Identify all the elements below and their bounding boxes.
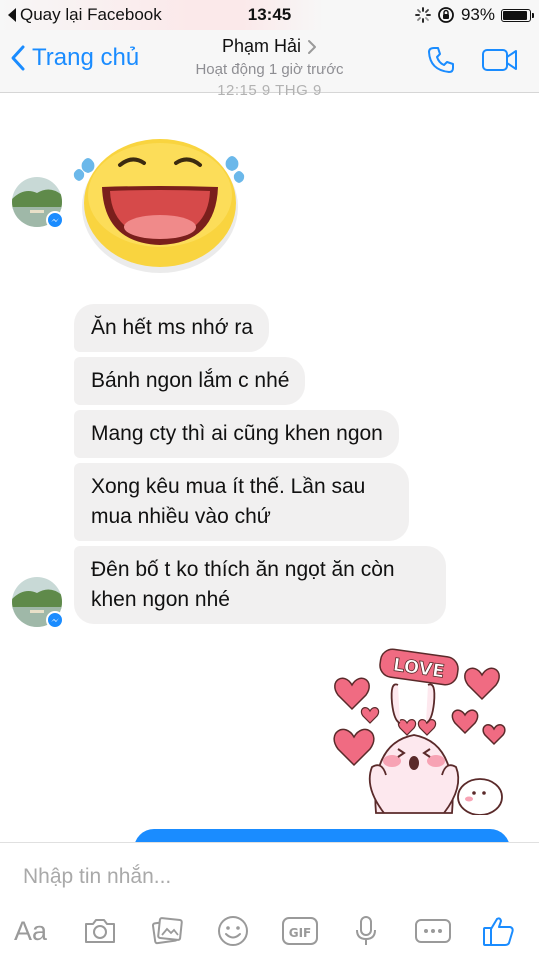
message-bubble-4[interactable]: Xong kêu mua ít thế. Lần sau mua nhiều v… [74, 463, 409, 541]
text-format-button[interactable]: Aa [14, 916, 54, 947]
smiley-icon [218, 916, 249, 946]
composer-toolbar: Aa GIF [14, 913, 519, 949]
battery-icon [501, 8, 534, 22]
nav-actions [425, 44, 519, 76]
laughing-emoji-sticker[interactable] [70, 135, 250, 275]
gif-label: GIF [288, 926, 311, 940]
gallery-button[interactable] [147, 913, 187, 949]
status-bar: Quay lại Facebook 13:45 93% [0, 0, 539, 30]
battery-percent: 93% [460, 5, 495, 24]
love-bunny-sticker[interactable]: LOVE [332, 645, 512, 815]
rotation-lock-icon [438, 7, 454, 23]
contact-name: Phạm Hải [221, 36, 302, 56]
more-options-button[interactable] [413, 913, 453, 949]
camera-icon [85, 919, 116, 943]
video-call-icon[interactable] [481, 47, 519, 73]
emoji-button[interactable] [213, 913, 253, 949]
microphone-icon [356, 916, 377, 945]
gif-icon: GIF [281, 917, 318, 945]
status-right-group: 93% [415, 5, 534, 25]
chevron-right-icon [308, 39, 317, 54]
messenger-badge-icon [46, 611, 64, 629]
messenger-badge-icon [46, 211, 64, 229]
message-input[interactable]: Nhập tin nhắn... [23, 865, 171, 889]
like-button[interactable] [479, 913, 519, 949]
message-bubble-2[interactable]: Bánh ngon lắm c nhé [74, 357, 306, 405]
gif-button[interactable]: GIF [280, 913, 320, 949]
battery-fill [503, 10, 528, 20]
voice-button[interactable] [346, 913, 386, 949]
phone-call-icon[interactable] [425, 44, 457, 76]
message-timestamp: 12:15 9 THG 9 [217, 82, 322, 99]
camera-button[interactable] [80, 913, 120, 949]
message-bubble-5[interactable]: Đên bố t ko thích ăn ngọt ăn còn khen ng… [74, 546, 446, 624]
more-icon [414, 919, 451, 943]
composer: Nhập tin nhắn... Aa GIF [0, 842, 539, 961]
photos-icon [151, 917, 183, 945]
contact-name-row[interactable]: Phạm Hải [222, 36, 317, 57]
thumbs-up-icon [482, 917, 514, 946]
message-bubble-1[interactable]: Ăn hết ms nhớ ra [74, 304, 270, 352]
message-bubble-3[interactable]: Mang cty thì ai cũng khen ngon [74, 410, 399, 458]
loading-spinner-icon [415, 7, 431, 23]
